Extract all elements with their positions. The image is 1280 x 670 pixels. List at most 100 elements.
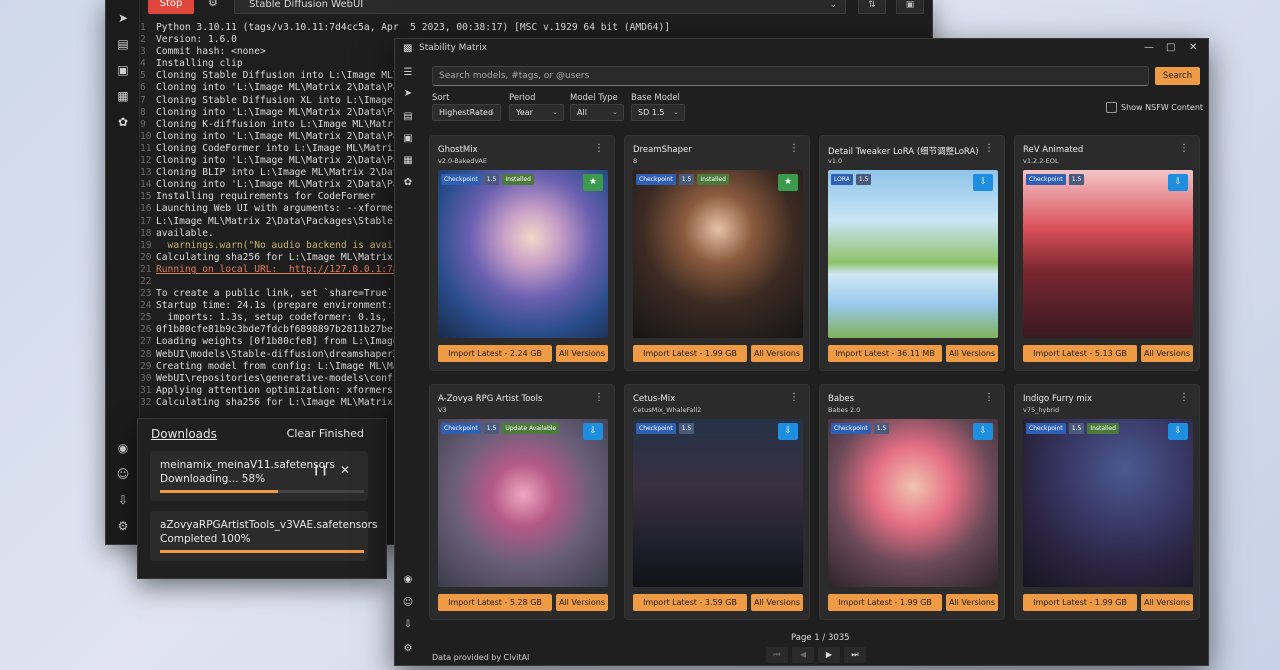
rocket-icon[interactable]: ➤ — [115, 10, 131, 26]
import-latest-button[interactable]: Import Latest - 2.24 GB — [438, 345, 552, 362]
star-icon[interactable]: ★ — [778, 174, 798, 191]
import-icon[interactable]: ⇩ — [973, 423, 993, 440]
stop-button[interactable]: Stop — [148, 0, 194, 14]
model-browser-icon[interactable]: ✿ — [402, 177, 414, 189]
model-type-select[interactable]: All ⌄ — [570, 104, 624, 121]
model-thumbnail[interactable] — [828, 419, 998, 587]
more-options-icon[interactable]: ⋮ — [789, 392, 799, 403]
model-thumbnail[interactable] — [828, 170, 998, 338]
all-versions-button[interactable]: All Versions — [556, 594, 608, 611]
import-icon[interactable]: ⇩ — [778, 423, 798, 440]
all-versions-button[interactable]: All Versions — [1141, 594, 1193, 611]
sort-select[interactable]: HighestRated ⌄ — [432, 104, 501, 121]
more-options-icon[interactable]: ⋮ — [984, 392, 994, 403]
import-latest-button[interactable]: Import Latest - 3.59 GB — [633, 594, 747, 611]
chevron-down-icon: ⌄ — [612, 108, 618, 116]
model-thumbnail[interactable] — [438, 170, 608, 338]
model-card[interactable]: Cetus-Mix CetusMix_WhaleFall2 ⋮ Checkpoint 1… — [624, 384, 810, 620]
box-icon[interactable]: ▣ — [115, 62, 131, 78]
web-ui-button[interactable]: ▣ — [896, 0, 924, 14]
minimize-icon[interactable]: — — [1144, 42, 1154, 53]
model-card[interactable]: GhostMix v2.0-BakedVAE ⋮ Checkpoint 1.5 Insta… — [429, 135, 615, 371]
model-thumbnail[interactable] — [1023, 419, 1193, 587]
patreon-icon[interactable]: ◉ — [402, 574, 414, 586]
search-button[interactable]: Search — [1155, 67, 1200, 85]
tag-list: Checkpoint 1.5 Installed — [1026, 423, 1119, 434]
model-version: V3 — [438, 406, 447, 414]
folder-icon[interactable]: ▦ — [115, 88, 131, 104]
discord-icon[interactable]: ☺ — [402, 597, 414, 609]
star-icon[interactable]: ★ — [583, 174, 603, 191]
model-card[interactable]: DreamShaper 8 ⋮ Checkpoint 1.5 Installed ★ Impo… — [624, 135, 810, 371]
model-thumbnail[interactable] — [633, 419, 803, 587]
model-card[interactable]: Indigo Furry mix v75_hybrid ⋮ Checkpoint 1.5… — [1014, 384, 1200, 620]
pause-icon[interactable]: ❙❙ — [312, 465, 329, 476]
gear-icon[interactable]: ⚙ — [208, 0, 218, 9]
base-model-select[interactable]: SD 1.5 ⌄ — [631, 104, 685, 121]
model-name: Babes — [828, 394, 855, 404]
patreon-icon[interactable]: ◉ — [115, 440, 131, 456]
close-icon[interactable]: ✕ — [340, 463, 350, 477]
import-icon[interactable]: ⇩ — [583, 423, 603, 440]
more-options-icon[interactable]: ⋮ — [1179, 392, 1189, 403]
download-icon[interactable]: ⇩ — [115, 492, 131, 508]
import-latest-button[interactable]: Import Latest - 5.13 GB — [1023, 345, 1137, 362]
import-icon[interactable]: ⇩ — [973, 174, 993, 191]
model-thumbnail[interactable] — [1023, 170, 1193, 338]
all-versions-button[interactable]: All Versions — [946, 345, 998, 362]
nsfw-checkbox[interactable]: Show NSFW Content — [1106, 102, 1203, 113]
model-card[interactable]: Detail Tweaker LoRA (细节调整LoRA) v1.0 ⋮ LORA 1… — [819, 135, 1005, 371]
sort-button[interactable]: ⇅ — [858, 0, 886, 14]
package-select[interactable]: Stable Diffusion WebUI ⌄ — [234, 0, 846, 14]
model-thumbnail[interactable] — [438, 419, 608, 587]
all-versions-button[interactable]: All Versions — [751, 594, 803, 611]
prev-page-button[interactable]: ◀ — [792, 647, 814, 663]
checkbox-icon[interactable] — [1106, 102, 1117, 113]
model-tag: 1.5 — [873, 423, 890, 434]
downloads-title[interactable]: Downloads — [151, 427, 217, 441]
clear-finished-button[interactable]: Clear Finished — [287, 427, 364, 440]
browser-icon[interactable]: ▤ — [402, 111, 414, 123]
download-progress-fill — [160, 490, 279, 493]
all-versions-button[interactable]: All Versions — [1141, 345, 1193, 362]
console-text: available. — [156, 227, 214, 239]
all-versions-button[interactable]: All Versions — [556, 345, 608, 362]
search-input[interactable]: Search models, #tags, or @users — [432, 66, 1149, 86]
next-page-button[interactable]: ▶ — [818, 647, 840, 663]
discord-icon[interactable]: ☺ — [115, 466, 131, 482]
menu-icon[interactable]: ☰ — [402, 67, 414, 79]
model-card[interactable]: A-Zovya RPG Artist Tools V3 ⋮ Checkpoint 1.5… — [429, 384, 615, 620]
more-options-icon[interactable]: ⋮ — [1179, 143, 1189, 154]
maximize-icon[interactable]: □ — [1166, 42, 1175, 53]
more-options-icon[interactable]: ⋮ — [984, 143, 994, 154]
import-latest-button[interactable]: Import Latest - 1.99 GB — [633, 345, 747, 362]
download-icon[interactable]: ⇩ — [402, 619, 414, 631]
first-page-button[interactable]: ⏮ — [766, 647, 788, 663]
import-latest-button[interactable]: Import Latest - 36.11 MB — [828, 345, 942, 362]
console-text: To create a public link, set `share=True… — [156, 288, 422, 300]
import-icon[interactable]: ⇩ — [1168, 174, 1188, 191]
import-latest-button[interactable]: Import Latest - 5.28 GB — [438, 594, 552, 611]
last-page-button[interactable]: ⏭ — [844, 647, 866, 663]
import-latest-button[interactable]: Import Latest - 1.99 GB — [1023, 594, 1137, 611]
rocket-icon[interactable]: ➤ — [402, 88, 414, 100]
more-options-icon[interactable]: ⋮ — [594, 392, 604, 403]
period-select[interactable]: Year ⌄ — [509, 104, 564, 121]
box-icon[interactable]: ▣ — [402, 133, 414, 145]
brain-icon[interactable]: ✿ — [115, 114, 131, 130]
model-card[interactable]: ReV Animated v1.2.2-EOL ⋮ Checkpoint 1.5 ⇩ Imp… — [1014, 135, 1200, 371]
all-versions-button[interactable]: All Versions — [751, 345, 803, 362]
settings-icon[interactable]: ⚙ — [402, 643, 414, 655]
import-icon[interactable]: ⇩ — [1168, 423, 1188, 440]
more-options-icon[interactable]: ⋮ — [789, 143, 799, 154]
all-versions-button[interactable]: All Versions — [946, 594, 998, 611]
browser-icon[interactable]: ▤ — [115, 36, 131, 52]
more-options-icon[interactable]: ⋮ — [594, 143, 604, 154]
folder-icon[interactable]: ▦ — [402, 155, 414, 167]
console-text: Calculating sha256 for L:\Image ML\Matri… — [156, 396, 422, 408]
model-thumbnail[interactable] — [633, 170, 803, 338]
model-card[interactable]: Babes Babes 2.0 ⋮ Checkpoint 1.5 ⇩ Import Late… — [819, 384, 1005, 620]
close-icon[interactable]: ✕ — [1189, 42, 1197, 53]
settings-icon[interactable]: ⚙ — [115, 518, 131, 534]
import-latest-button[interactable]: Import Latest - 1.99 GB — [828, 594, 942, 611]
